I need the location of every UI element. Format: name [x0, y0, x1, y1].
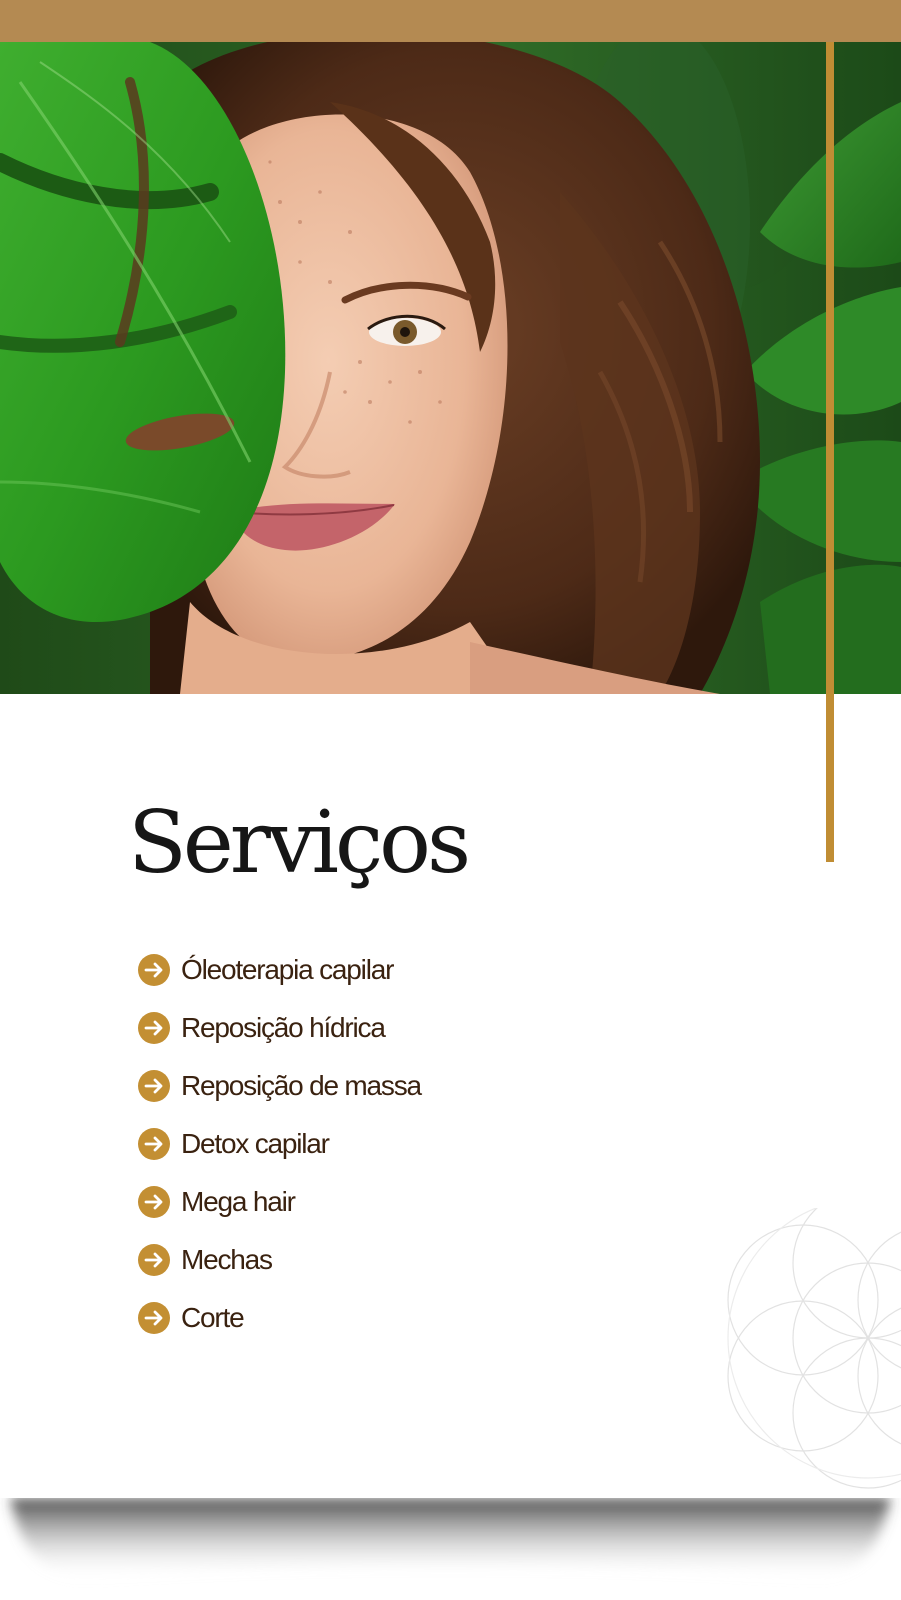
service-label: Corte — [181, 1302, 245, 1333]
service-label: Reposição de massa — [181, 1070, 422, 1101]
service-label: Mega hair — [181, 1186, 296, 1217]
list-item: Mechas — [138, 1242, 421, 1278]
gold-vertical-line — [826, 42, 834, 862]
page-shadow — [10, 1498, 891, 1580]
hero-photo — [0, 42, 901, 694]
list-item: Mega hair — [138, 1184, 421, 1220]
services-list: Óleoterapia capilar Reposição hídrica Re… — [138, 952, 422, 1336]
service-label: Óleoterapia capilar — [181, 954, 394, 985]
page-title: Serviços — [128, 793, 471, 893]
arrow-right-circle-icon — [138, 1070, 170, 1102]
list-item: Reposição de massa — [138, 1068, 422, 1104]
top-accent-bar — [0, 0, 901, 42]
arrow-right-circle-icon — [138, 954, 170, 986]
service-label: Detox capilar — [181, 1128, 330, 1159]
list-item: Corte — [138, 1300, 421, 1336]
arrow-right-circle-icon — [138, 1302, 170, 1334]
arrow-right-circle-icon — [138, 1128, 170, 1160]
list-item: Detox capilar — [138, 1126, 421, 1162]
list-item: Óleoterapia capilar — [138, 952, 421, 988]
arrow-right-circle-icon — [138, 1244, 170, 1276]
service-label: Mechas — [181, 1244, 273, 1275]
arrow-right-circle-icon — [138, 1186, 170, 1218]
list-item: Reposição hídrica — [138, 1010, 421, 1046]
service-label: Reposição hídrica — [181, 1012, 386, 1043]
arrow-right-circle-icon — [138, 1012, 170, 1044]
flower-pattern-icon — [727, 1208, 901, 1489]
woman-portrait-illustration — [0, 42, 901, 694]
